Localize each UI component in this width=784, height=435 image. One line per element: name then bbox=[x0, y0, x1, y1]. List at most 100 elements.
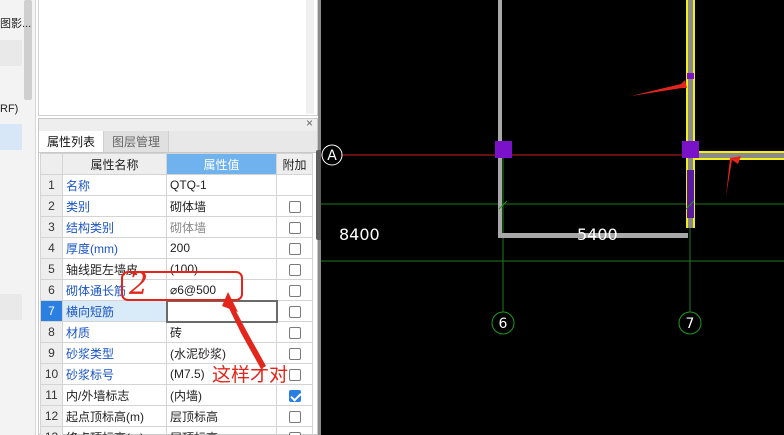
left-panel-text: RF) bbox=[0, 103, 19, 115]
property-name: 结构类别 bbox=[62, 216, 167, 238]
table-row[interactable]: 1 名称 QTQ-1 bbox=[40, 174, 313, 196]
property-name: 材质 bbox=[62, 321, 167, 343]
row-number: 7 bbox=[40, 300, 63, 322]
property-value[interactable]: 200 bbox=[166, 237, 277, 259]
property-value[interactable]: 砖 bbox=[166, 321, 277, 343]
extra-checkbox[interactable] bbox=[288, 389, 301, 402]
property-name: 厚度(mm) bbox=[62, 237, 167, 259]
extra-checkbox[interactable] bbox=[288, 284, 301, 297]
table-row[interactable]: 13终点顶标高(m)层顶标高 bbox=[40, 426, 313, 435]
table-row[interactable]: 8 材质砖 bbox=[40, 321, 313, 343]
property-value[interactable]: (100) bbox=[166, 258, 277, 280]
property-value[interactable]: 层顶标高 bbox=[166, 405, 277, 427]
property-name: 名称 bbox=[62, 174, 167, 196]
property-value[interactable]: 砌体墙 bbox=[166, 195, 277, 217]
dimension-text-left: 8400 bbox=[339, 225, 380, 244]
row-number: 5 bbox=[40, 258, 63, 280]
extra-header: 附加 bbox=[276, 153, 313, 175]
property-name: 内/外墙标志 bbox=[62, 384, 167, 406]
extra-cell bbox=[276, 195, 313, 217]
row-number: 1 bbox=[40, 174, 63, 196]
property-value[interactable]: 砌体墙 bbox=[166, 216, 277, 238]
dimension-text-right: 5400 bbox=[577, 225, 618, 244]
wall-grip[interactable] bbox=[687, 73, 694, 79]
column-6-a[interactable] bbox=[495, 141, 512, 158]
property-value[interactable]: (内墙) bbox=[166, 384, 277, 406]
row-number-header bbox=[40, 153, 63, 175]
extra-checkbox[interactable] bbox=[288, 347, 301, 360]
axis-label-6: 6 bbox=[499, 316, 508, 332]
extra-cell bbox=[276, 384, 313, 406]
extra-checkbox[interactable] bbox=[288, 221, 301, 234]
extra-checkbox[interactable] bbox=[288, 200, 301, 213]
left-panel-item[interactable] bbox=[0, 40, 22, 66]
extra-cell bbox=[276, 300, 313, 322]
table-row[interactable]: 11 内/外墙标志 (内墙) bbox=[40, 384, 313, 406]
extra-cell bbox=[276, 237, 313, 259]
table-row[interactable]: 3 结构类别 砌体墙 bbox=[40, 216, 313, 238]
annotation-text: 这样才对 bbox=[212, 364, 289, 386]
property-name: 砂浆标号 bbox=[62, 363, 167, 385]
property-value[interactable]: 层顶标高 bbox=[166, 426, 277, 435]
property-name: 砂浆类型 bbox=[62, 342, 167, 364]
tab-property-list[interactable]: 属性列表 bbox=[39, 131, 105, 152]
property-name: 横向短筋 bbox=[62, 300, 167, 322]
row-number: 11 bbox=[40, 384, 63, 406]
grid-header-row: 属性名称 属性值 附加 bbox=[40, 153, 313, 175]
wall-highlight[interactable] bbox=[687, 170, 694, 218]
row-number: 2 bbox=[40, 195, 63, 217]
close-icon[interactable]: × bbox=[306, 116, 313, 130]
component-list-pane bbox=[38, 0, 318, 116]
tab-layer-manager[interactable]: 图层管理 bbox=[104, 131, 170, 152]
column-7-a[interactable] bbox=[682, 141, 699, 158]
property-name: 起点顶标高(m) bbox=[62, 405, 167, 427]
row-number: 8 bbox=[40, 321, 63, 343]
axis-label-7: 7 bbox=[686, 316, 695, 332]
property-name: 终点顶标高(m) bbox=[62, 426, 167, 435]
property-value[interactable] bbox=[165, 299, 278, 323]
row-number: 13 bbox=[40, 426, 63, 435]
extra-cell bbox=[276, 258, 313, 280]
row-number: 6 bbox=[40, 279, 63, 301]
extra-checkbox[interactable] bbox=[288, 368, 301, 381]
cad-drawing: A 6 7 8400 5400 bbox=[321, 0, 784, 335]
left-panel-item[interactable] bbox=[0, 294, 22, 320]
table-row[interactable]: 5 轴线距左墙皮 (100) bbox=[40, 258, 313, 280]
row-number: 9 bbox=[40, 342, 63, 364]
row-number: 3 bbox=[40, 216, 63, 238]
property-value[interactable]: ⌀6@500 bbox=[166, 279, 277, 301]
left-tree-panel: 图影... RF) bbox=[0, 0, 36, 435]
table-row[interactable]: 6 砌体通长筋 ⌀6@500 bbox=[40, 279, 313, 301]
property-name: 轴线距左墙皮 bbox=[62, 258, 167, 280]
extra-cell bbox=[276, 279, 313, 301]
row-number: 10 bbox=[40, 363, 63, 385]
table-row[interactable]: 7 横向短筋 bbox=[40, 299, 313, 323]
property-value[interactable]: QTQ-1 bbox=[166, 174, 277, 196]
arrow-annotation bbox=[631, 80, 687, 96]
axis-label-a: A bbox=[327, 148, 337, 164]
left-panel-item-selected[interactable] bbox=[0, 124, 22, 150]
property-name: 砌体通长筋 bbox=[62, 279, 167, 301]
table-row[interactable]: 4 厚度(mm) 200 bbox=[40, 237, 313, 259]
extra-checkbox[interactable] bbox=[288, 263, 301, 276]
panel-tabs: 属性列表 图层管理 bbox=[39, 131, 317, 153]
extra-checkbox[interactable] bbox=[288, 242, 301, 255]
table-row[interactable]: 12 起点顶标高(m) 层顶标高 bbox=[40, 405, 313, 427]
extra-checkbox[interactable] bbox=[288, 305, 301, 318]
property-value-header[interactable]: 属性值 bbox=[166, 153, 277, 175]
property-name: 类别 bbox=[62, 195, 167, 217]
panel-titlebar: × bbox=[39, 116, 317, 131]
extra-checkbox[interactable] bbox=[288, 410, 301, 423]
arrow-annotation bbox=[726, 156, 741, 196]
wall-gray-vertical[interactable] bbox=[498, 0, 502, 237]
annotation-mark: 2 bbox=[129, 267, 149, 302]
extra-cell bbox=[276, 216, 313, 238]
table-row[interactable]: 2 类别 砌体墙 bbox=[40, 195, 313, 217]
cad-canvas[interactable]: A 6 7 8400 5400 bbox=[321, 0, 784, 435]
extra-checkbox[interactable] bbox=[288, 326, 301, 339]
property-panel: × 属性列表 图层管理 属性名称 属性值 附加 1 名称 QTQ-1 2 类别 砌体墙 3 结… bbox=[38, 116, 318, 435]
pane-scrollbar[interactable] bbox=[306, 0, 314, 114]
property-grid: 属性名称 属性值 附加 1 名称 QTQ-1 2 类别 砌体墙 3 结构类别 砌体墙 4 厚度(mm… bbox=[40, 153, 313, 435]
extra-cell bbox=[276, 174, 313, 196]
extra-cell bbox=[276, 321, 313, 343]
